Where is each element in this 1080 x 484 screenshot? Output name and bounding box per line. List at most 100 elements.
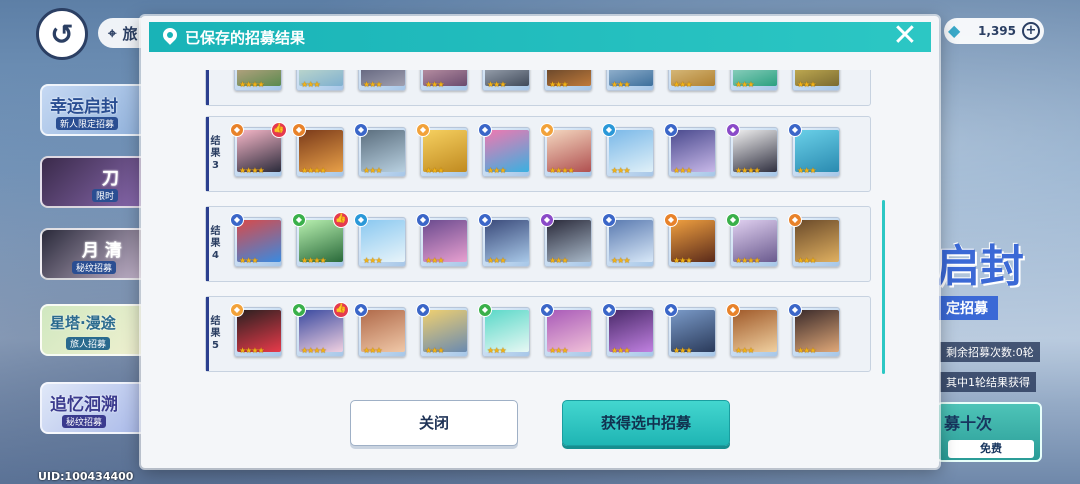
- element-icon: ◆: [726, 303, 740, 317]
- element-icon: ◆: [664, 123, 678, 137]
- result-card[interactable]: ★★★: [296, 70, 344, 91]
- rarity-stars: ★★★: [425, 80, 444, 89]
- banner-lucky[interactable]: 幸运启封 新人限定招募: [40, 84, 148, 136]
- rarity-stars: ★★★: [239, 256, 258, 265]
- element-icon: ◆: [540, 213, 554, 227]
- rarity-stars: ★★★: [363, 256, 382, 265]
- element-icon: ◆: [664, 303, 678, 317]
- element-icon: ◆: [230, 213, 244, 227]
- result-card[interactable]: ◆ ★★★: [354, 303, 406, 357]
- saved-results-dialog: 已保存的招募结果 ✕ 2★★★★★★★★★★★★★★★★★★★★★★★★★★★★…: [141, 16, 939, 468]
- result-card[interactable]: ◆ ★★★: [354, 213, 406, 267]
- banner-star-tower[interactable]: 星塔·漫途 旅人招募: [40, 304, 148, 356]
- result-card[interactable]: ★★★: [792, 70, 840, 91]
- result-card[interactable]: ◆ ★★★★: [540, 123, 592, 177]
- result-card[interactable]: ◆ ★★★★: [726, 213, 778, 267]
- result-card[interactable]: ◆ ★★★: [478, 213, 530, 267]
- result-card[interactable]: ★★★★: [234, 70, 282, 91]
- result-card[interactable]: ◆ 👍 ★★★★: [292, 302, 349, 357]
- banner-moon[interactable]: 月 清 秘纹招募: [40, 228, 148, 280]
- banner-recall[interactable]: 追忆洄溯 秘纹招募: [40, 382, 148, 434]
- element-icon: ◆: [354, 303, 368, 317]
- result-card[interactable]: ◆ ★★★: [788, 123, 840, 177]
- rarity-stars: ★★★: [549, 256, 568, 265]
- result-card[interactable]: ◆ ★★★: [788, 213, 840, 267]
- element-icon: ◆: [540, 123, 554, 137]
- rarity-stars: ★★★: [549, 346, 568, 355]
- result-card[interactable]: ◆ ★★★: [602, 213, 654, 267]
- result-card[interactable]: ◆ 👍 ★★★★: [230, 122, 287, 177]
- result-card[interactable]: ◆ ★★★: [230, 213, 282, 267]
- back-arrow-icon: ↺: [50, 17, 74, 51]
- result-card[interactable]: ◆ ★★★: [664, 213, 716, 267]
- back-button[interactable]: ↺: [36, 8, 88, 60]
- result-row[interactable]: 结果 4 ◆ ★★★ ◆ 👍 ★★★★ ◆ ★★★ ◆ ★★★ ◆ ★★★ ◆ ★★★ ◆ ★★★ ◆ ★★★ ◆ ★★…: [205, 206, 871, 282]
- recruit-ten-button[interactable]: 募十次 免费: [936, 402, 1042, 462]
- result-card[interactable]: ◆ ★★★: [416, 123, 468, 177]
- rarity-stars: ★★★★: [301, 256, 327, 265]
- rarity-stars: ★★★: [797, 346, 816, 355]
- rarity-stars: ★★★★: [549, 166, 575, 175]
- close-icon[interactable]: ✕: [891, 21, 919, 51]
- result-card[interactable]: ◆ ★★★: [726, 303, 778, 357]
- claim-selected-button[interactable]: 获得选中招募: [562, 400, 730, 446]
- scrollbar-thumb[interactable]: [882, 200, 885, 374]
- banner-title: 星塔·漫途: [50, 314, 116, 332]
- banner-title: 刀: [102, 169, 119, 189]
- result-card[interactable]: ◆ ★★★★: [292, 123, 344, 177]
- like-icon: 👍: [271, 122, 287, 138]
- result-card[interactable]: ★★★: [544, 70, 592, 91]
- result-card[interactable]: ◆ ★★★: [478, 303, 530, 357]
- result-card[interactable]: ◆ ★★★: [478, 123, 530, 177]
- banner-limited[interactable]: 刀 限时: [40, 156, 148, 208]
- result-card[interactable]: ★★★: [730, 70, 778, 91]
- banner-subtitle: 秘纹招募: [72, 261, 117, 274]
- rarity-stars: ★★★: [363, 80, 382, 89]
- rarity-stars: ★★★: [611, 256, 630, 265]
- rarity-stars: ★★★: [363, 166, 382, 175]
- result-row[interactable]: 结果 5 ◆ ★★★★ ◆ 👍 ★★★★ ◆ ★★★ ◆ ★★★ ◆ ★★★ ◆ ★★★ ◆ ★★★ ◆ ★★★ ◆ ★…: [205, 296, 871, 372]
- result-card[interactable]: ◆ ★★★: [788, 303, 840, 357]
- rarity-stars: ★★★: [487, 346, 506, 355]
- element-icon: ◆: [416, 303, 430, 317]
- result-card[interactable]: ★★★: [358, 70, 406, 91]
- result-card[interactable]: ◆ ★★★: [354, 123, 406, 177]
- result-card[interactable]: ◆ ★★★: [664, 123, 716, 177]
- result-card[interactable]: ★★★: [668, 70, 716, 91]
- element-icon: ◆: [292, 303, 306, 317]
- banner-subtitle: 旅人招募: [66, 337, 111, 350]
- result-card[interactable]: ◆ ★★★: [602, 123, 654, 177]
- dialog-title: 已保存的招募结果: [185, 28, 306, 47]
- result-card[interactable]: ◆ ★★★★: [230, 303, 282, 357]
- element-icon: ◆: [664, 213, 678, 227]
- close-button[interactable]: 关闭: [350, 400, 518, 446]
- element-icon: ◆: [602, 303, 616, 317]
- event-logo-subtitle: 定招募: [936, 296, 998, 320]
- result-card[interactable]: ◆ ★★★: [416, 303, 468, 357]
- result-card[interactable]: ◆ 👍 ★★★★: [292, 212, 349, 267]
- element-icon: ◆: [788, 213, 802, 227]
- result-card[interactable]: ★★★: [482, 70, 530, 91]
- result-card[interactable]: ★★★: [606, 70, 654, 91]
- result-card[interactable]: ◆ ★★★: [540, 303, 592, 357]
- result-row[interactable]: 2★★★★★★★★★★★★★★★★★★★★★★★★★★★★★★★: [205, 70, 871, 106]
- location-pin-icon: ⌖: [108, 24, 117, 42]
- result-card[interactable]: ★★★: [420, 70, 468, 91]
- element-icon: ◆: [540, 303, 554, 317]
- result-card[interactable]: ◆ ★★★: [664, 303, 716, 357]
- pick-rule-text: 其中1轮结果获得: [940, 372, 1036, 392]
- rarity-stars: ★★★: [797, 256, 816, 265]
- results-list[interactable]: 2★★★★★★★★★★★★★★★★★★★★★★★★★★★★★★★结果3◆👍★★★…: [203, 70, 889, 392]
- result-card[interactable]: ◆ ★★★: [602, 303, 654, 357]
- add-currency-button[interactable]: +: [1022, 22, 1040, 40]
- result-row[interactable]: 结果 3 ◆ 👍 ★★★★ ◆ ★★★★ ◆ ★★★ ◆ ★★★ ◆ ★★★ ◆ ★★★★ ◆ ★★★ ◆ ★★★ ◆…: [205, 116, 871, 192]
- result-card[interactable]: ◆ ★★★★: [726, 123, 778, 177]
- result-card[interactable]: ◆ ★★★: [540, 213, 592, 267]
- like-icon: 👍: [333, 212, 349, 228]
- gem-icon: ◆: [948, 21, 961, 40]
- result-card[interactable]: ◆ ★★★: [416, 213, 468, 267]
- rarity-stars: ★★★: [673, 80, 692, 89]
- banner-subtitle: 限时: [92, 189, 119, 202]
- element-icon: ◆: [788, 303, 802, 317]
- banner-title: 追忆洄溯: [50, 395, 118, 415]
